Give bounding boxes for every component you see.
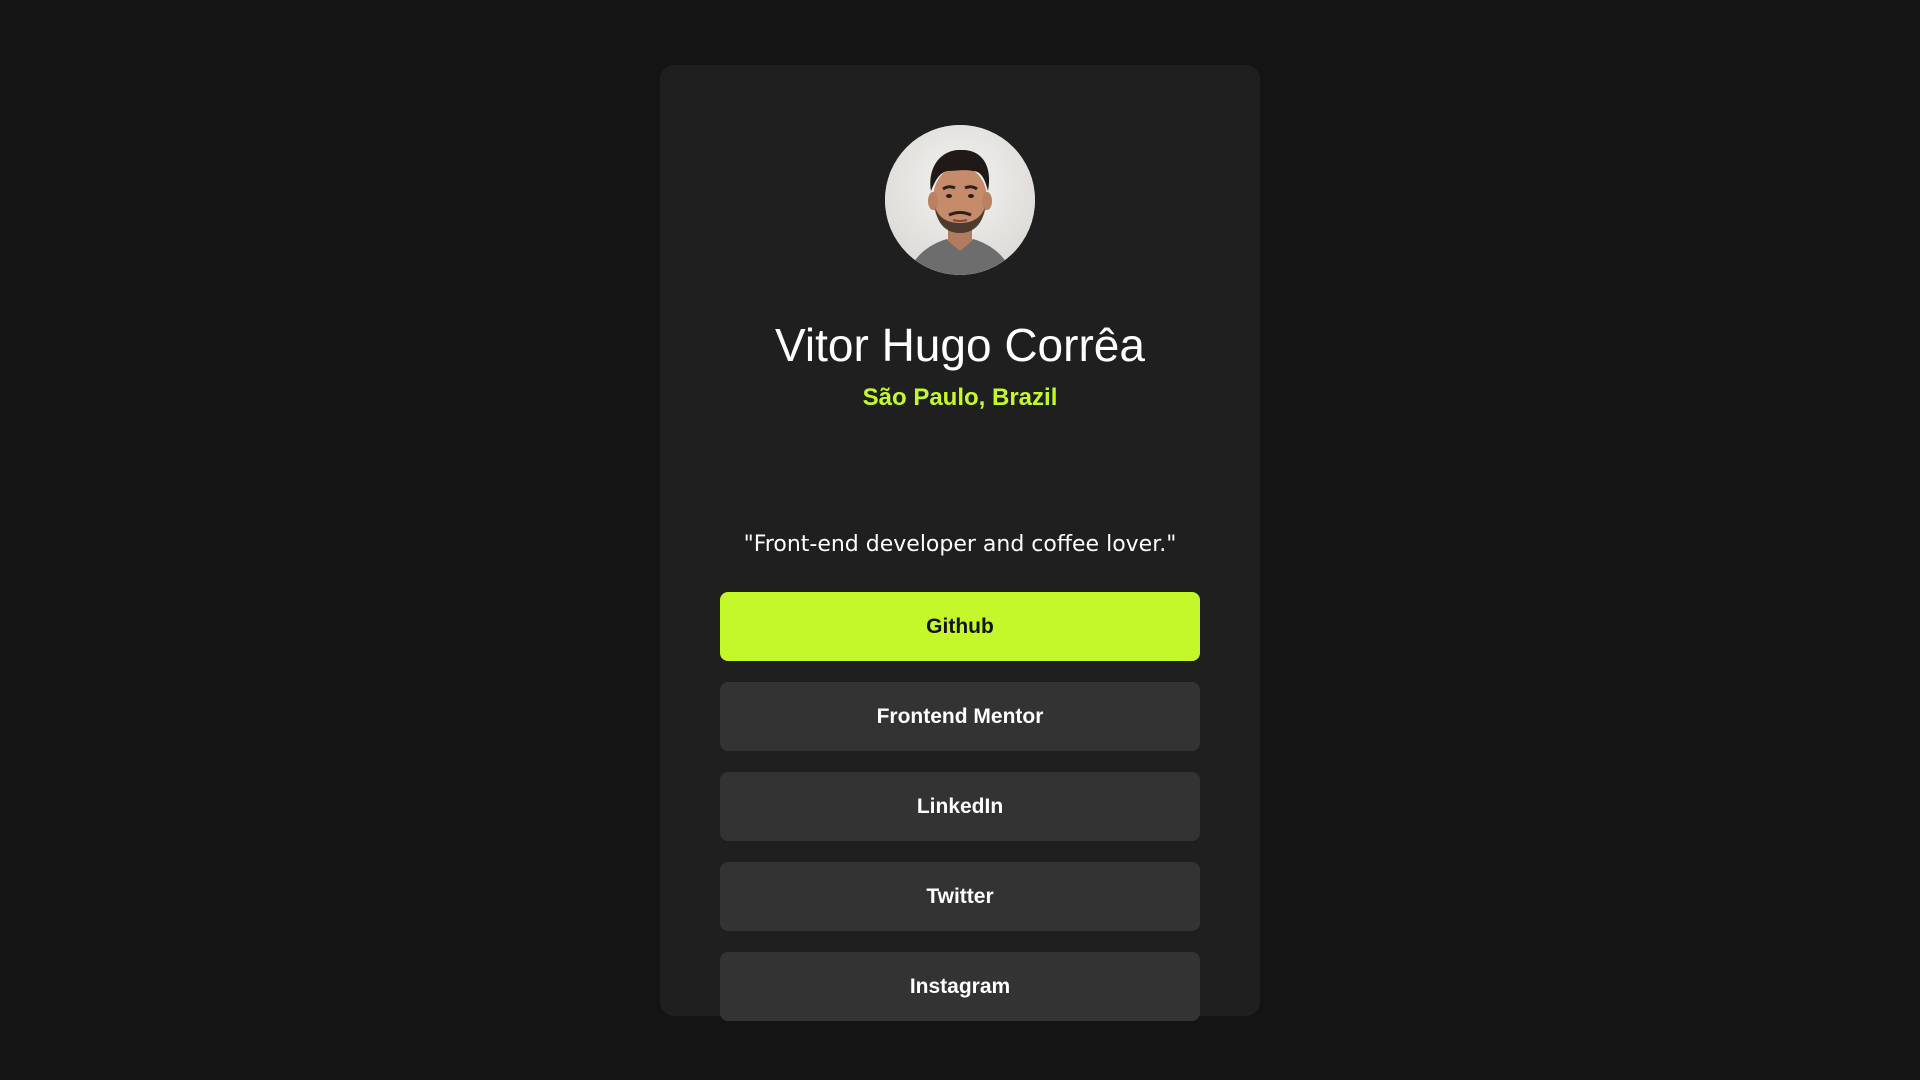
- linkedin-link[interactable]: LinkedIn: [720, 772, 1200, 841]
- frontend-mentor-link[interactable]: Frontend Mentor: [720, 682, 1200, 751]
- page: Vitor Hugo Corrêa São Paulo, Brazil "Fro…: [0, 0, 1920, 1080]
- profile-photo-icon: [885, 125, 1035, 275]
- twitter-link[interactable]: Twitter: [720, 862, 1200, 931]
- profile-bio: "Front-end developer and coffee lover.": [743, 532, 1177, 557]
- github-link[interactable]: Github: [720, 592, 1200, 661]
- profile-name: Vitor Hugo Corrêa: [775, 319, 1145, 371]
- profile-location: São Paulo, Brazil: [862, 384, 1058, 411]
- avatar: [885, 125, 1035, 275]
- instagram-link[interactable]: Instagram: [720, 952, 1200, 1021]
- profile-card: Vitor Hugo Corrêa São Paulo, Brazil "Fro…: [660, 65, 1260, 1021]
